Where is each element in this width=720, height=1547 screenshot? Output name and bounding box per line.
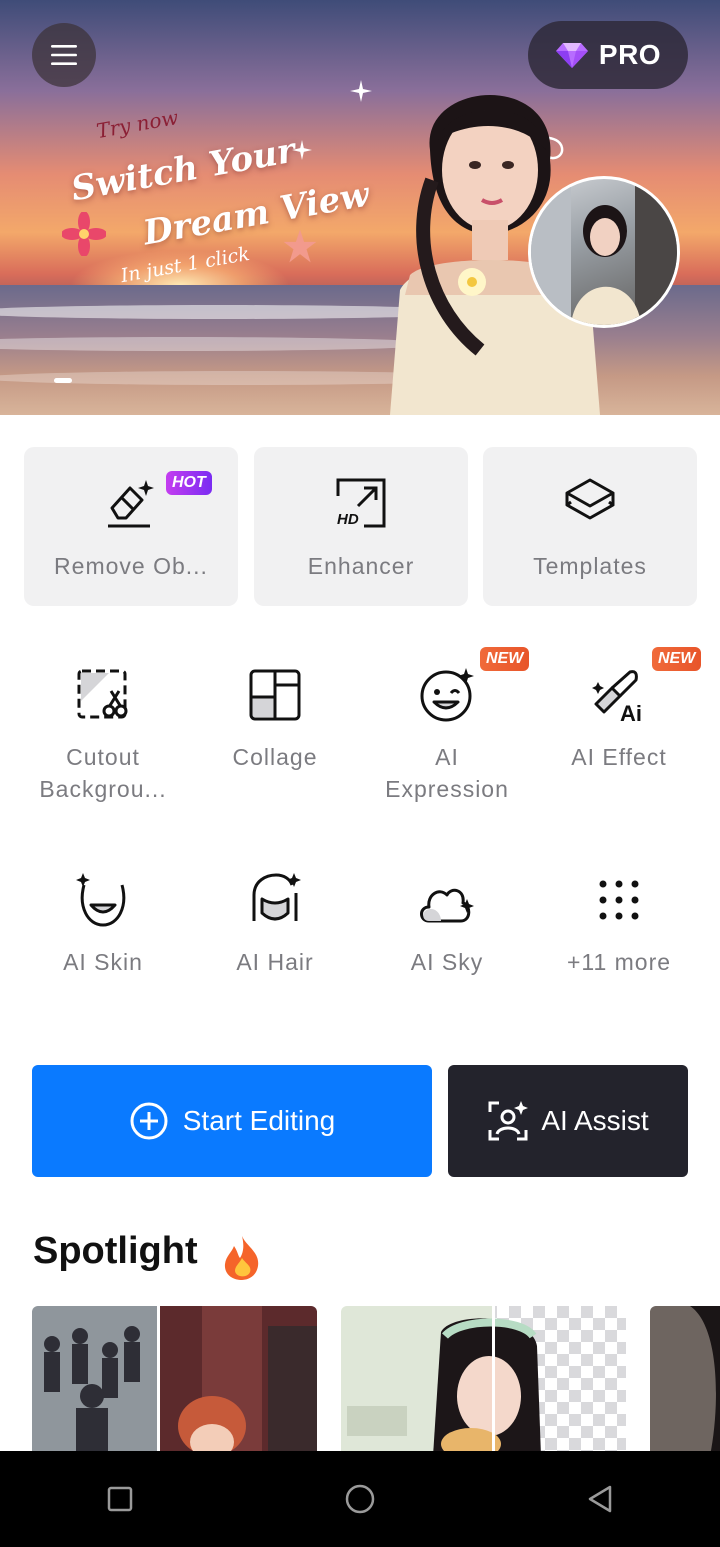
ai-effect-label: AI Effect [571, 744, 667, 770]
remove-object-card[interactable]: Remove Ob... HOT [24, 447, 238, 606]
ai-assist-label: AI Assist [541, 1105, 649, 1136]
back-triangle-icon [588, 1485, 612, 1513]
back-button[interactable] [540, 1451, 660, 1547]
sparkle-icon [292, 140, 312, 160]
ai-expression-label: AI Expression [385, 741, 509, 805]
ai-sky-label: AI Sky [410, 949, 484, 975]
pro-upgrade-button[interactable]: PRO [528, 21, 688, 89]
hamburger-icon [51, 45, 77, 65]
carousel-indicator [54, 378, 72, 383]
remove-object-label: Remove Ob... [54, 553, 208, 579]
ai-assist-button[interactable]: AI Assist [448, 1065, 688, 1177]
collage-tool[interactable]: Collage [189, 665, 361, 773]
ai-brush-icon: Ai [589, 665, 649, 725]
starfish-icon [283, 229, 317, 263]
cutout-background-label-text: Cutout Backgrou... [39, 744, 167, 802]
home-button[interactable] [300, 1451, 420, 1547]
templates-card[interactable]: Templates [483, 447, 697, 606]
hair-icon [245, 870, 305, 930]
menu-button[interactable] [32, 23, 96, 87]
enhancer-card[interactable]: HD Enhancer [254, 447, 468, 606]
layers-icon [562, 475, 618, 531]
square-icon [107, 1486, 133, 1512]
recents-button[interactable] [60, 1451, 180, 1547]
before-preview-circle [528, 176, 680, 328]
ai-expression-label-text: AI Expression [385, 744, 509, 802]
spotlight-card[interactable] [650, 1306, 720, 1456]
hot-badge: HOT [166, 471, 212, 495]
ai-assist-icon [488, 1101, 529, 1141]
circle-icon [345, 1484, 375, 1514]
cutout-scissors-icon [73, 665, 133, 725]
enhancer-label: Enhancer [307, 553, 415, 579]
spotlight-title: Spotlight [33, 1230, 198, 1272]
ai-skin-tool[interactable]: AI Skin [17, 870, 189, 978]
templates-label: Templates [533, 553, 647, 579]
collage-icon [245, 665, 305, 725]
more-tools-button[interactable]: +11 more [533, 870, 705, 978]
cutout-background-tool[interactable]: Cutout Backgrou... [17, 665, 189, 805]
hd-enhance-icon: HD [333, 475, 389, 531]
hero-tagline-top: Try now [94, 105, 181, 143]
ai-sky-tool[interactable]: AI Sky [361, 870, 533, 978]
start-editing-button[interactable]: Start Editing [32, 1065, 432, 1177]
svg-text:Ai: Ai [620, 701, 642, 724]
ai-hair-tool[interactable]: AI Hair [189, 870, 361, 978]
plus-circle-icon [130, 1102, 168, 1140]
new-badge: NEW [480, 647, 530, 671]
ai-skin-label: AI Skin [63, 949, 143, 975]
eraser-icon [103, 475, 159, 531]
ai-effect-tool[interactable]: Ai AI Effect [533, 665, 705, 773]
fire-icon [224, 1236, 259, 1280]
cutout-background-label: Cutout Backgrou... [39, 741, 166, 805]
hero-banner[interactable]: Try now Switch Your Dream View In just 1… [0, 0, 720, 415]
spotlight-card[interactable] [32, 1306, 317, 1456]
pro-label: PRO [598, 39, 662, 70]
face-skin-icon [73, 870, 133, 930]
new-badge: NEW [652, 647, 702, 671]
system-nav-bar [0, 1451, 720, 1547]
svg-text:HD: HD [337, 511, 359, 528]
more-tools-label: +11 more [566, 949, 672, 975]
ai-hair-label: AI Hair [236, 949, 314, 975]
lily-flower-icon [62, 212, 106, 256]
collage-label: Collage [232, 744, 318, 770]
wink-face-icon [417, 665, 477, 725]
dots-grid-icon [589, 870, 649, 930]
ai-expression-tool[interactable]: AI Expression [361, 665, 533, 805]
start-editing-label: Start Editing [182, 1105, 336, 1136]
spotlight-card[interactable] [341, 1306, 626, 1456]
diamond-icon [555, 43, 588, 68]
cloud-sparkle-icon [417, 870, 477, 930]
